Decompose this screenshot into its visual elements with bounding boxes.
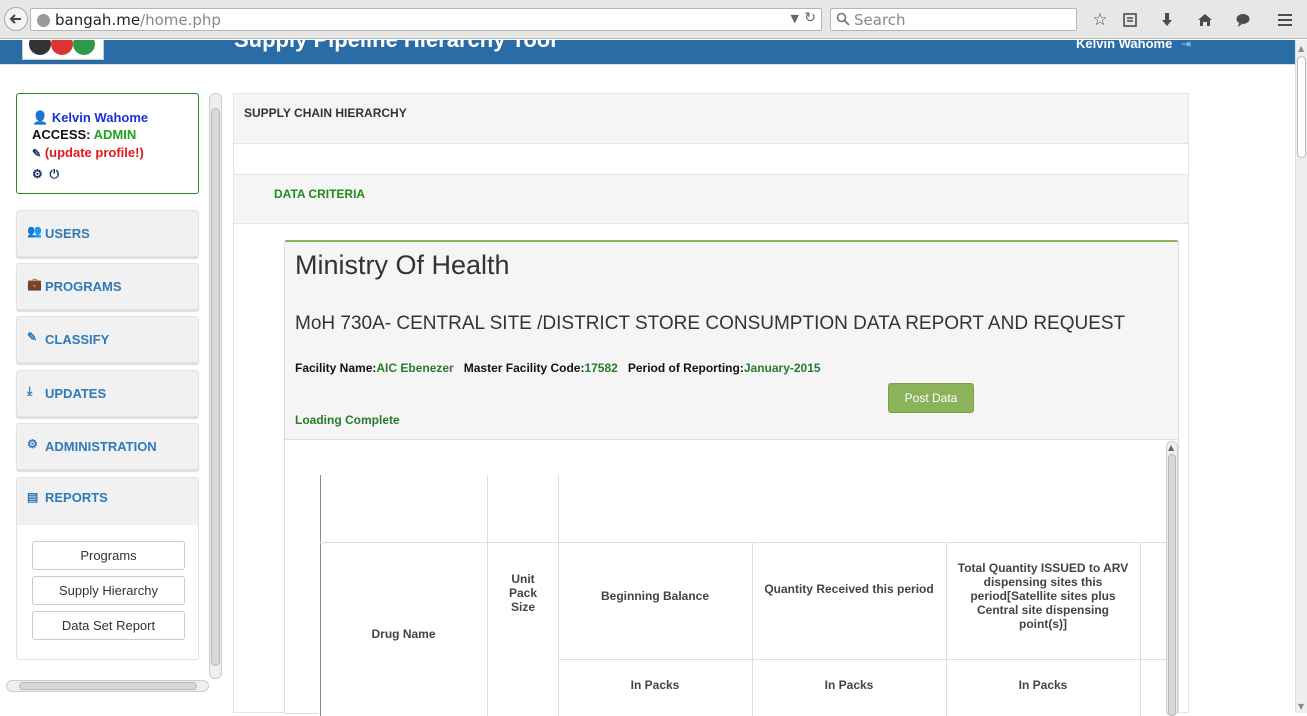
supply-hierarchy-button[interactable]: Supply Hierarchy — [32, 576, 185, 605]
chat-icon[interactable] — [1233, 10, 1253, 30]
page-scrollbar[interactable]: ▲ ▼ — [1295, 40, 1307, 713]
sidebar-item-label: PROGRAMS — [45, 279, 122, 294]
post-data-button[interactable]: Post Data — [888, 383, 974, 413]
data-set-report-button[interactable]: Data Set Report — [32, 611, 185, 640]
url-host: bangah.me — [55, 11, 141, 29]
user-icon: 👤 — [32, 110, 49, 125]
table-scrollbar[interactable]: ▲ — [1166, 441, 1178, 716]
sidebar-scrollbar[interactable] — [209, 93, 222, 679]
sub-header-in-packs: In Packs — [630, 678, 680, 692]
report-title: MoH 730A- CENTRAL SITE /DISTRICT STORE C… — [295, 313, 1126, 334]
access-label: ACCESS: — [32, 127, 91, 142]
header-user-name[interactable]: Kelvin Wahome — [1076, 40, 1172, 51]
downloads-icon[interactable] — [1157, 10, 1177, 30]
url-dropdown-icon[interactable]: ▼ — [791, 12, 799, 25]
power-icon[interactable]: ⏻ — [49, 167, 59, 181]
users-icon: 👥 — [27, 224, 42, 238]
menu-icon[interactable] — [1275, 10, 1295, 30]
browser-toolbar: bangah.me/home.php ▼ ↻ Search ☆ — [0, 0, 1307, 39]
settings-gear-icon[interactable]: ⚙ — [32, 167, 43, 181]
page-scroll-thumb[interactable] — [1297, 56, 1306, 158]
url-path: /home.php — [140, 11, 221, 29]
scroll-up-icon[interactable]: ▲ — [1168, 443, 1174, 452]
report-header: Ministry Of Health MoH 730A- CENTRAL SIT… — [285, 242, 1178, 440]
sidebar-item-label: CLASSIFY — [45, 332, 110, 347]
url-bar[interactable]: bangah.me/home.php ▼ ↻ — [30, 8, 822, 31]
search-icon — [836, 12, 850, 26]
sidebar-scroll-thumb[interactable] — [211, 108, 220, 666]
search-placeholder: Search — [854, 11, 906, 29]
sidebar-item-programs[interactable]: 💼 PROGRAMS — [16, 263, 199, 310]
user-profile-card: 👤 Kelvin Wahome ACCESS: ADMIN ✎ (update … — [16, 93, 199, 194]
sidebar-item-label: USERS — [45, 226, 90, 241]
back-button[interactable] — [4, 7, 28, 31]
sidebar-item-updates[interactable]: ⤓ UPDATES — [16, 370, 199, 417]
data-criteria-label[interactable]: DATA CRITERIA — [274, 187, 365, 201]
scroll-down-icon[interactable]: ▼ — [1298, 702, 1304, 711]
programs-report-button[interactable]: Programs — [32, 541, 185, 570]
sub-header-in-packs: In Packs — [824, 678, 874, 692]
report-table: Drug Name Unit Pack Size Beginning Balan… — [285, 441, 1178, 716]
col-header-quantity-received: Quantity Received this period — [764, 582, 934, 596]
main-panel: SUPPLY CHAIN HIERARCHY DATA CRITERIA Min… — [233, 93, 1189, 716]
search-input[interactable]: Search — [830, 8, 1077, 31]
download-icon: ⤓ — [27, 384, 33, 398]
briefcase-icon: 💼 — [27, 277, 42, 291]
reading-list-icon[interactable] — [1120, 10, 1140, 30]
col-header-beginning-balance: Beginning Balance — [600, 589, 710, 603]
sub-header-in-packs: In Packs — [1018, 678, 1068, 692]
col-header-total-issued: Total Quantity ISSUED to ARV dispensing … — [957, 561, 1129, 631]
col-header-unit-pack-size: Unit Pack Size — [508, 572, 538, 614]
edit-icon: ✎ — [32, 148, 42, 160]
table-body: Drug Name Unit Pack Size Beginning Balan… — [318, 475, 1166, 716]
main-heading-bar: SUPPLY CHAIN HIERARCHY — [234, 94, 1188, 144]
sidebar-item-classify[interactable]: ✎ CLASSIFY — [16, 316, 199, 363]
site-logo[interactable] — [22, 40, 104, 60]
facility-info: Facility Name:AIC Ebenezer Master Facili… — [295, 361, 821, 375]
period-label: Period of Reporting: — [627, 361, 744, 375]
mfl-code-value: 17582 — [584, 361, 618, 375]
loading-status: Loading Complete — [295, 413, 400, 427]
back-arrow-icon — [9, 14, 21, 24]
page-title: SUPPLY CHAIN HIERARCHY — [244, 106, 407, 120]
site-header: Supply Pipeline Hierarchy Tool Kelvin Wa… — [0, 40, 1295, 65]
access-role: ADMIN — [93, 127, 137, 142]
home-icon[interactable] — [1195, 10, 1215, 30]
app-title: Supply Pipeline Hierarchy Tool — [234, 40, 556, 53]
table-scroll-thumb[interactable] — [1168, 454, 1176, 716]
sidebar-item-users[interactable]: 👥 USERS — [16, 210, 199, 257]
ministry-title: Ministry Of Health — [295, 250, 510, 280]
profile-user-name[interactable]: Kelvin Wahome — [52, 110, 148, 125]
reload-icon[interactable]: ↻ — [804, 10, 816, 26]
report-card: Ministry Of Health MoH 730A- CENTRAL SIT… — [284, 240, 1179, 716]
cogs-icon: ⚙ — [27, 437, 38, 451]
mfl-code-label: Master Facility Code: — [463, 361, 585, 375]
facility-name-label: Facility Name: — [295, 361, 377, 375]
newspaper-icon: ▤ — [27, 490, 39, 504]
edit-icon: ✎ — [27, 330, 38, 344]
sidebar-item-reports[interactable]: ▤ REPORTS — [17, 478, 198, 525]
reports-panel: ▤ REPORTS Programs Supply Hierarchy Data… — [16, 477, 199, 660]
sidebar-hscroll-thumb[interactable] — [19, 682, 197, 690]
col-header-drug-name: Drug Name — [371, 627, 436, 641]
globe-icon — [37, 14, 50, 27]
sidebar-horizontal-scrollbar[interactable] — [6, 680, 209, 692]
period-value: January-2015 — [743, 361, 821, 375]
sidebar-item-label: REPORTS — [45, 490, 108, 505]
update-profile-link[interactable]: (update profile!) — [45, 145, 144, 160]
sidebar-item-label: ADMINISTRATION — [45, 439, 157, 454]
data-criteria-bar[interactable]: DATA CRITERIA — [234, 174, 1188, 224]
logout-icon[interactable]: ⇥ — [1181, 40, 1191, 51]
bookmark-star-icon[interactable]: ☆ — [1090, 10, 1110, 30]
sidebar-item-label: UPDATES — [45, 386, 107, 401]
scroll-up-icon[interactable]: ▲ — [1298, 44, 1304, 53]
sidebar-item-administration[interactable]: ⚙ ADMINISTRATION — [16, 423, 199, 470]
facility-name-value: AIC Ebenezer — [376, 361, 454, 375]
